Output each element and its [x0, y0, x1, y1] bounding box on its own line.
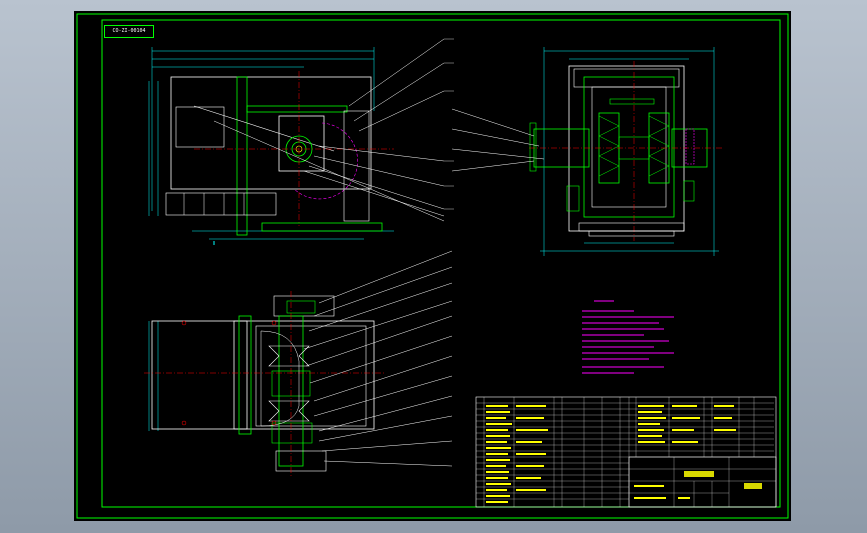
- drawing-sheet: CO-ZI-00104: [74, 11, 791, 521]
- technical-requirements: [582, 300, 674, 374]
- cad-viewport[interactable]: CO-ZI-00104: [0, 0, 867, 533]
- coupling-top: [275, 450, 327, 472]
- inner-frame: [101, 19, 781, 508]
- housing-top: [233, 320, 375, 430]
- hopper-outline: [170, 76, 372, 190]
- side-housing: [568, 65, 685, 232]
- title-block: [628, 456, 777, 508]
- gearbox-outline: [278, 115, 325, 172]
- parts-list: [475, 396, 777, 508]
- right-side-view: [529, 47, 724, 256]
- drawing-canvas: [76, 13, 789, 519]
- drawing-number-box: CO-ZI-00104: [104, 25, 154, 38]
- side-frame: [583, 76, 675, 218]
- base-plate: [261, 222, 383, 232]
- balloon-numbers-front: [444, 38, 454, 210]
- top-view: [144, 291, 384, 476]
- base-frame: [165, 192, 277, 216]
- motor-outline: [175, 106, 225, 148]
- leader-lines-top: [303, 250, 453, 467]
- hopper-top: [151, 320, 248, 430]
- frame-beam: [246, 105, 348, 113]
- frame-column: [236, 76, 248, 236]
- leader-lines-front: [213, 38, 445, 222]
